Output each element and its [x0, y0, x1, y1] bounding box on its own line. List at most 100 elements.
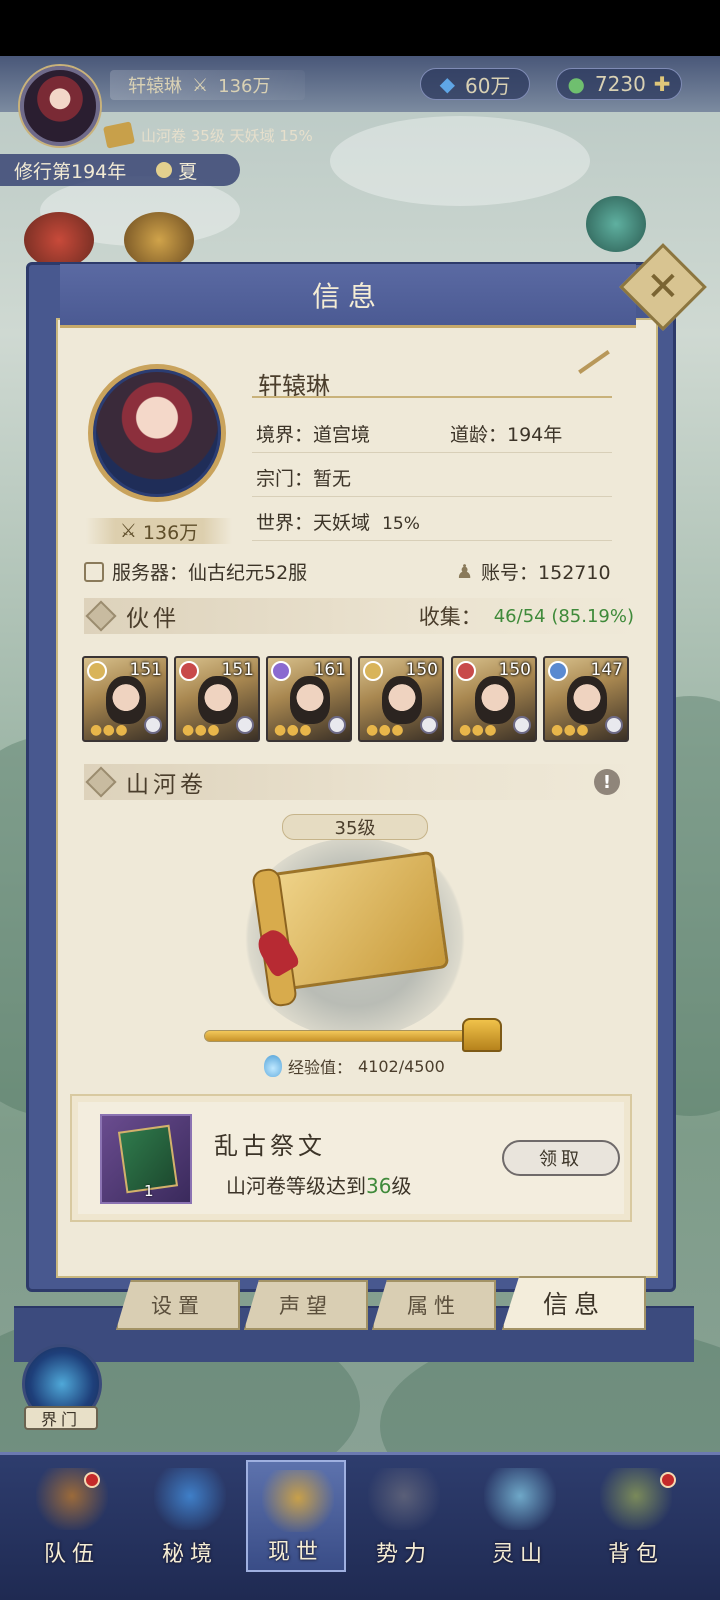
treasure-bag-icon[interactable]	[124, 212, 194, 268]
exp-progress-fill	[205, 1031, 468, 1041]
claim-button[interactable]: 领取	[502, 1140, 620, 1176]
collection-label: 收集：	[418, 605, 482, 629]
secret-realm-icon	[154, 1468, 226, 1530]
partner-portrait	[290, 676, 330, 724]
rank-badge-icon	[513, 716, 531, 734]
portrait-power-tag: ⚔ 136万	[86, 518, 232, 544]
partners-section-header: 伙伴 收集： 46/54 (85.19%)	[84, 598, 640, 634]
partner-level: 151	[221, 660, 254, 680]
event-gift-icon[interactable]	[24, 212, 94, 268]
realm-gate-label[interactable]: 界门	[24, 1406, 98, 1430]
reward-count: 1	[144, 1182, 154, 1200]
cultivation-year: 修行第194年	[14, 160, 127, 183]
exp-label: 经验值：	[288, 1058, 353, 1077]
star-dots-icon: ● ● ●	[90, 722, 128, 738]
combat-power-icon: ⚔	[192, 74, 209, 96]
divider	[252, 540, 612, 541]
partner-card[interactable]: 161 ● ● ●	[266, 656, 352, 742]
collection-value: 46/54 (85.19%)	[493, 605, 634, 627]
account-row[interactable]: ♟ 账号：152710	[456, 558, 611, 585]
element-icon	[363, 661, 383, 681]
nav-label: 秘境	[161, 1542, 218, 1567]
close-x-icon: ✕	[646, 263, 680, 310]
account-icon: ♟	[456, 560, 474, 583]
nav-label: 队伍	[43, 1542, 100, 1567]
age-row: 道龄：194年	[450, 424, 563, 446]
sect-row: 宗门：暂无	[256, 468, 352, 490]
reward-item[interactable]: 1	[100, 1114, 192, 1204]
player-avatar[interactable]	[20, 66, 100, 146]
partner-portrait	[382, 676, 422, 724]
combat-power-value: 136万	[218, 76, 271, 97]
faction-icon	[368, 1468, 440, 1530]
portrait-power-value: 136万	[142, 521, 199, 544]
star-dots-icon: ● ● ●	[366, 722, 404, 738]
reward-desc-level: 36	[366, 1174, 392, 1198]
tab-info[interactable]: 信息	[502, 1276, 646, 1330]
realm-info-text: 山河卷 35级 天妖域 15%	[141, 126, 313, 145]
jade-icon: ●	[567, 72, 585, 96]
spirit-flame-icon	[264, 1055, 282, 1077]
partner-card[interactable]: 150 ● ● ●	[358, 656, 444, 742]
help-info-icon[interactable]: !	[594, 769, 620, 795]
partner-card[interactable]: 150 ● ● ●	[451, 656, 537, 742]
nav-label: 灵山	[491, 1542, 548, 1567]
realm-summary: 山河卷 35级 天妖域 15%	[103, 121, 313, 149]
realm-row: 境界：道宫境	[256, 424, 371, 446]
partner-level: 150	[405, 660, 438, 680]
rank-badge-icon	[328, 716, 346, 734]
mountain-river-scroll-icon[interactable]	[262, 850, 450, 992]
nav-item-world[interactable]: 现世	[246, 1460, 346, 1572]
reward-description: 山河卷等级达到36级	[226, 1170, 411, 1199]
tab-reputation[interactable]: 声望	[244, 1280, 368, 1330]
add-currency-icon[interactable]: ✚	[654, 72, 671, 96]
scroll-title: 山河卷	[126, 772, 207, 798]
partner-card[interactable]: 151 ● ● ●	[82, 656, 168, 742]
tab-attributes[interactable]: 属性	[372, 1280, 496, 1330]
rank-badge-icon	[144, 716, 162, 734]
season-label: 夏	[178, 160, 198, 183]
scroll-section-header: 山河卷 !	[84, 764, 640, 800]
nav-item-team[interactable]: 队伍	[22, 1460, 122, 1572]
nav-item-faction[interactable]: 势力	[354, 1460, 454, 1572]
diamond-icon	[85, 766, 117, 798]
element-icon	[179, 661, 199, 681]
partner-portrait	[567, 676, 607, 724]
tab-settings[interactable]: 设置	[116, 1280, 240, 1330]
partner-level: 151	[129, 660, 162, 680]
star-dots-icon: ● ● ●	[551, 722, 589, 738]
scroll-level: 35级	[282, 814, 428, 840]
notification-dot	[660, 1472, 676, 1488]
partner-portrait	[475, 676, 515, 724]
treasure-chest-icon[interactable]	[462, 1018, 502, 1052]
player-name: 轩辕琳	[128, 76, 182, 97]
combat-power-icon: ⚔	[119, 520, 137, 542]
account-text: 账号：152710	[481, 562, 611, 584]
server-icon	[84, 561, 104, 582]
partners-title: 伙伴	[126, 606, 180, 632]
divider	[252, 452, 612, 453]
nav-label: 现世	[267, 1540, 324, 1565]
spirit-mountain-icon	[484, 1468, 556, 1530]
world-percent: 15%	[382, 514, 420, 534]
jade-currency[interactable]: ● 7230 ✚	[556, 68, 682, 100]
spirit-bird-icon[interactable]	[586, 196, 646, 252]
nav-item-secret-realm[interactable]: 秘境	[140, 1460, 240, 1572]
gem-icon: ◆	[439, 72, 455, 96]
diamond-icon	[85, 600, 117, 632]
partner-portrait	[198, 676, 238, 724]
nav-item-spirit-mountain[interactable]: 灵山	[470, 1460, 570, 1572]
world-text: 世界：天妖域	[256, 512, 371, 534]
rank-badge-icon	[605, 716, 623, 734]
partner-card[interactable]: 147 ● ● ●	[543, 656, 629, 742]
reward-desc-prefix: 山河卷等级达到	[226, 1174, 366, 1198]
nav-label: 势力	[375, 1542, 432, 1567]
divider	[252, 496, 612, 497]
gem-currency[interactable]: ◆ 60万	[420, 68, 530, 100]
partner-card[interactable]: 151 ● ● ●	[174, 656, 260, 742]
character-portrait	[88, 364, 226, 502]
world-row: 世界：天妖域 15%	[256, 508, 420, 535]
partner-level: 161	[313, 660, 346, 680]
cultivation-year-bar: 修行第194年 夏	[0, 154, 240, 186]
season: 夏	[156, 157, 197, 184]
